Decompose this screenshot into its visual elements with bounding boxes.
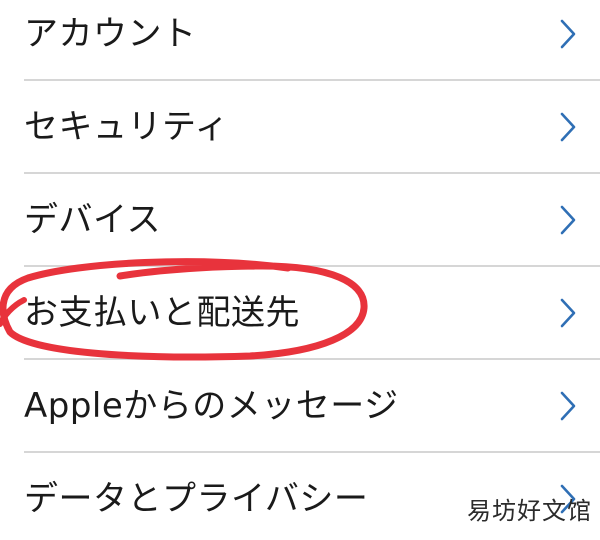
watermark: 易坊好文馆 (467, 497, 592, 525)
chevron-right-icon (560, 112, 576, 142)
menu-item-label: お支払いと配送先 (24, 293, 300, 333)
chevron-right-icon (560, 298, 576, 328)
menu-item-apple-messages[interactable]: Appleからのメッセージ (0, 360, 600, 453)
menu-item-label: セキュリティ (24, 107, 229, 147)
chevron-right-icon (560, 391, 576, 421)
menu-item-payment-shipping[interactable]: お支払いと配送先 (0, 267, 600, 360)
chevron-right-icon (560, 19, 576, 49)
menu-item-security[interactable]: セキュリティ (0, 81, 600, 174)
chevron-right-icon (560, 205, 576, 235)
menu-item-devices[interactable]: デバイス (0, 174, 600, 267)
settings-screen: アカウント セキュリティ デバイス お支払いと配送先 Appleからのメッセージ… (0, 0, 600, 540)
menu-item-label: デバイス (24, 200, 161, 240)
menu-item-label: データとプライバシー (24, 479, 369, 519)
menu-item-label: アカウント (24, 14, 197, 54)
menu-item-label: Appleからのメッセージ (24, 386, 399, 426)
menu-item-account[interactable]: アカウント (0, 0, 600, 81)
